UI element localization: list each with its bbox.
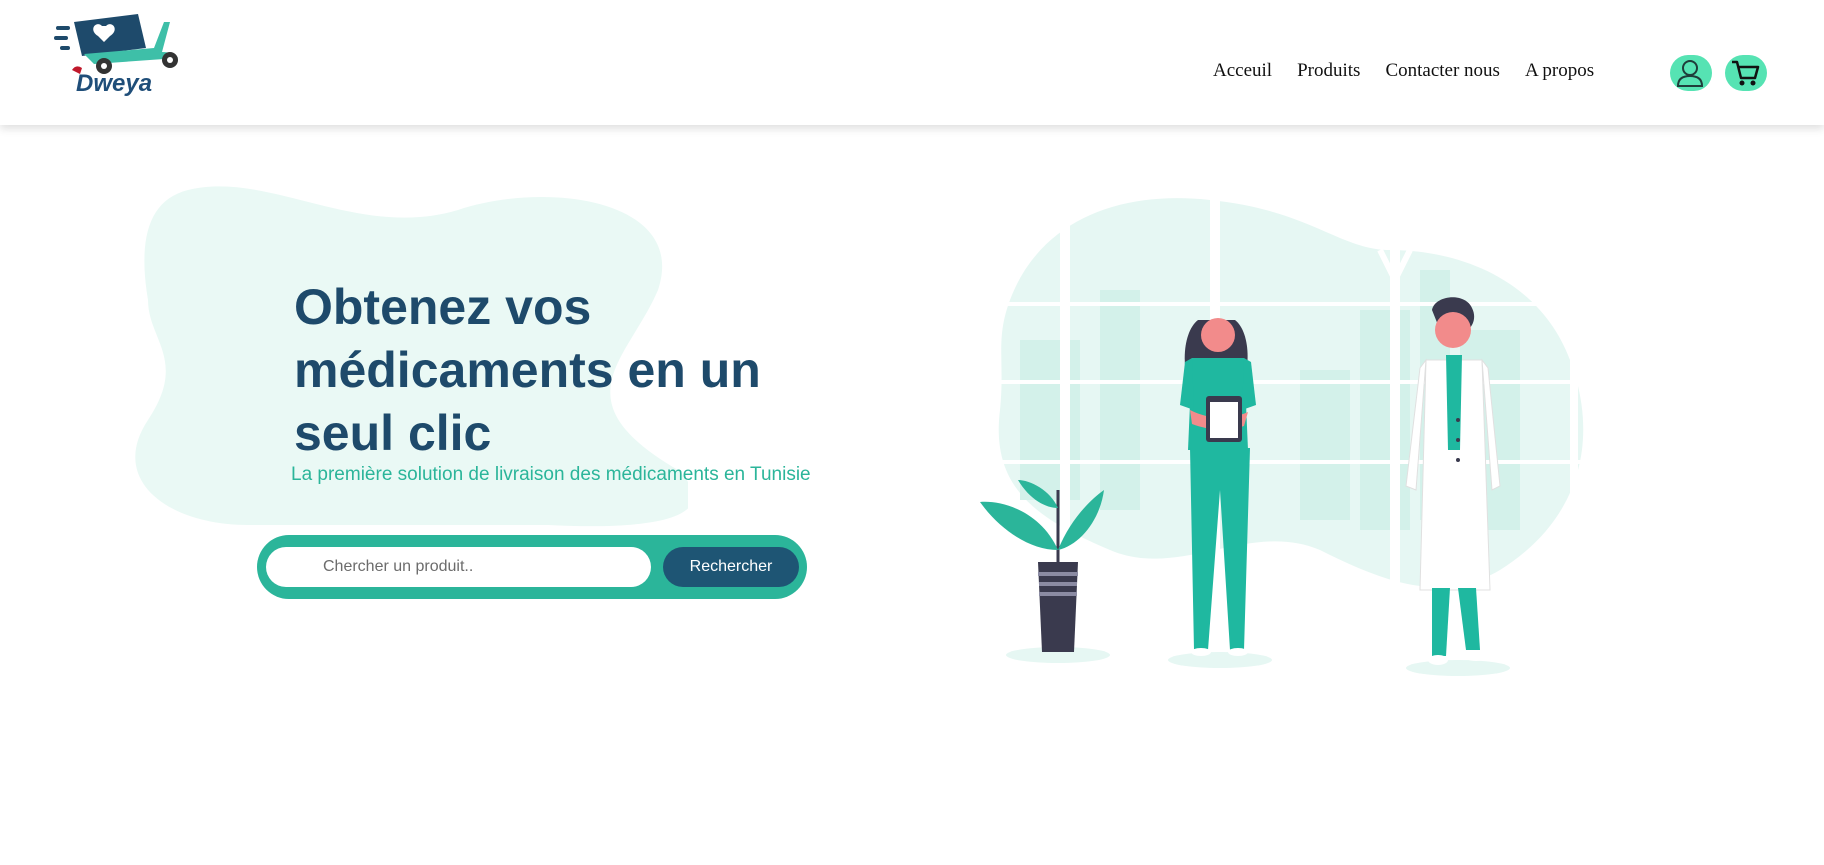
nav-item-a-propos[interactable]: A propos (1525, 60, 1594, 82)
nav-item-produits[interactable]: Produits (1297, 60, 1360, 82)
nav-item-acceuil[interactable]: Acceuil (1213, 60, 1272, 82)
cart-button[interactable] (1725, 55, 1767, 91)
user-icon (1676, 60, 1704, 87)
main-nav: Acceuil Produits Contacter nous A propos (1213, 60, 1619, 82)
search-button[interactable]: Rechercher (663, 547, 799, 587)
nav-item-contacter-nous[interactable]: Contacter nous (1385, 60, 1500, 82)
user-button[interactable] (1670, 55, 1712, 91)
search-bar: Rechercher (257, 535, 807, 599)
search-input[interactable] (266, 547, 651, 587)
header: Dweya Acceuil Produits Contacter nous A … (0, 0, 1824, 125)
medical-staff-illustration (980, 190, 1590, 676)
scooter-icon (54, 14, 178, 74)
brand-name: Dweya (76, 70, 153, 97)
hero-title: Obtenez vos médicaments en un seul clic (294, 279, 761, 461)
brand-logo[interactable]: Dweya (54, 8, 186, 104)
hero-subtitle: La première solution de livraison des mé… (291, 464, 811, 485)
cart-icon (1732, 60, 1760, 86)
